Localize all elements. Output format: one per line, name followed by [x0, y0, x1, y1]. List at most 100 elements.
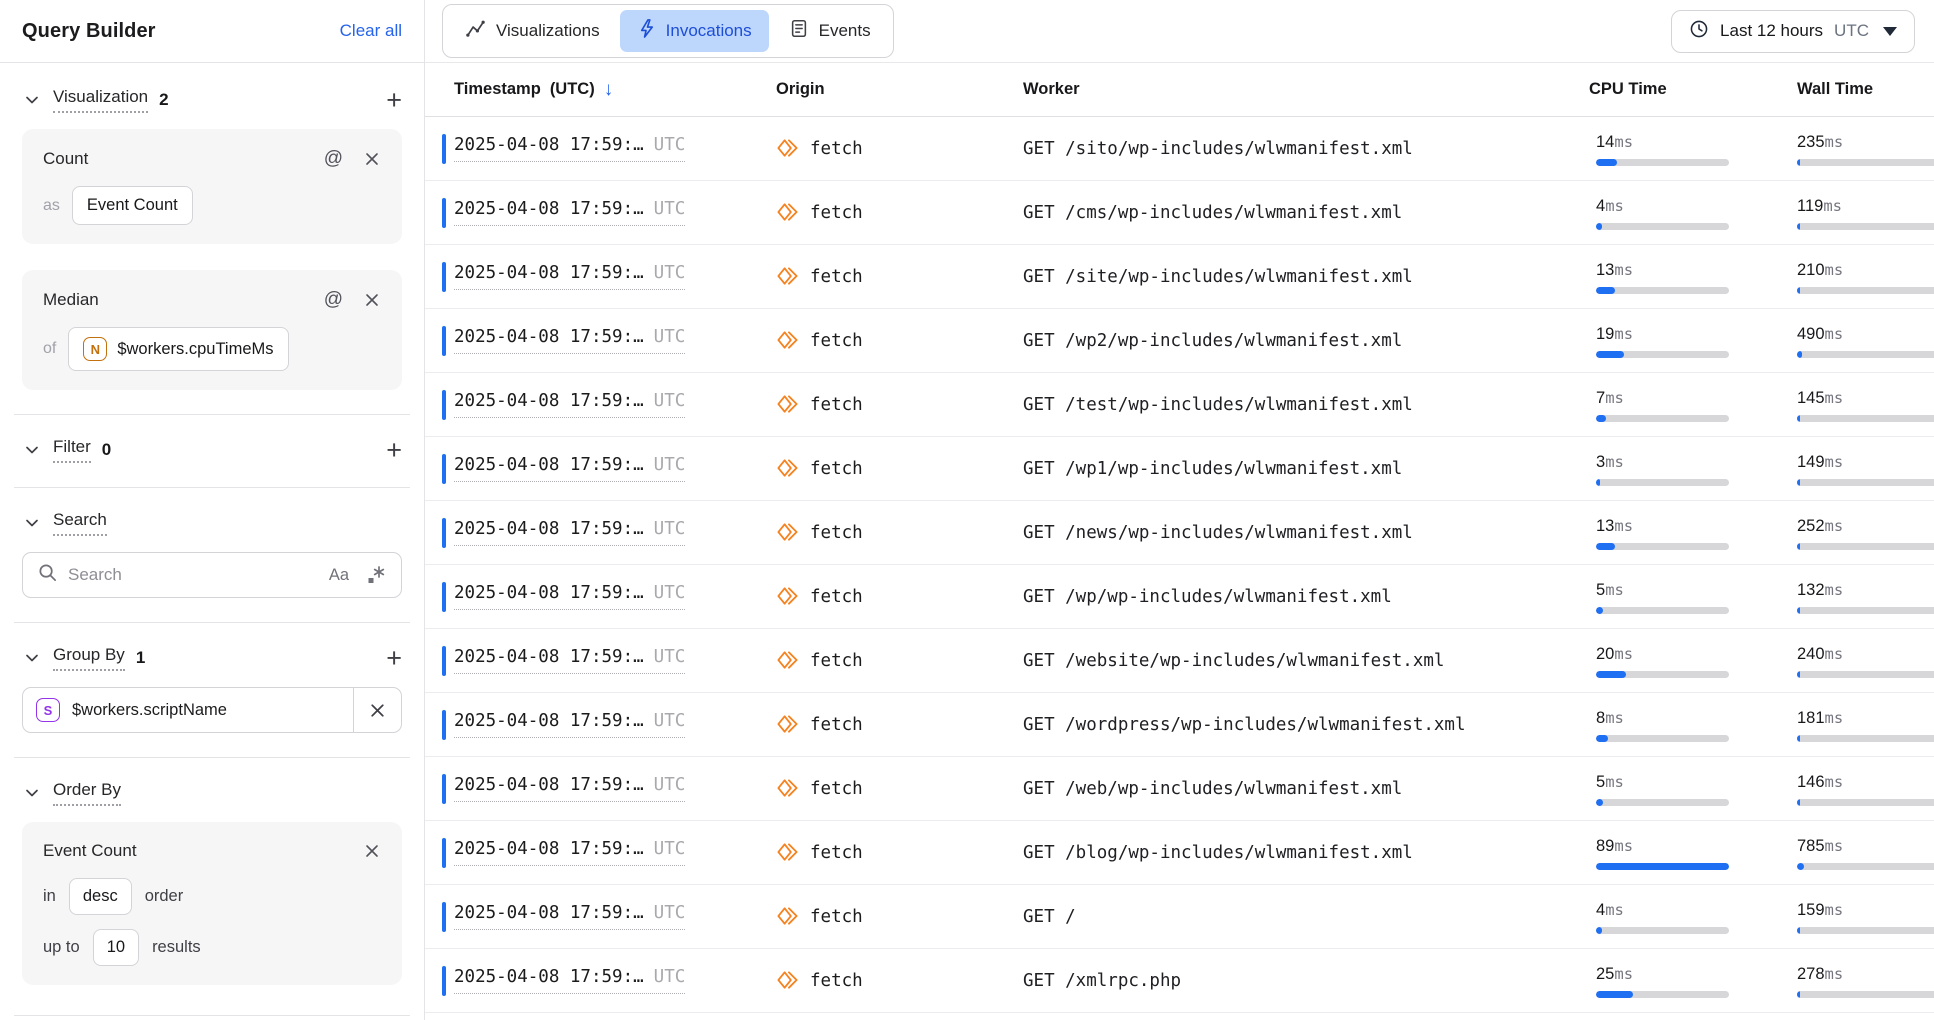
wall-bar — [1797, 159, 1934, 166]
median-field-chip[interactable]: N $workers.cpuTimeMs — [68, 327, 288, 371]
add-visualization-button[interactable]: + — [386, 90, 402, 110]
cpu-bar-fill — [1596, 927, 1602, 934]
wall-cell: 149ms — [1797, 452, 1934, 486]
cpu-bar-fill — [1596, 415, 1606, 422]
tab-invocations[interactable]: Invocations — [620, 10, 769, 52]
wall-bar-fill — [1797, 799, 1800, 806]
close-icon[interactable] — [363, 291, 381, 309]
origin-value: fetch — [810, 651, 863, 671]
table-row[interactable]: 2025-04-08 17:59:…UTCfetchGET /website/w… — [425, 629, 1934, 693]
origin-value: fetch — [810, 267, 863, 287]
origin-cell: fetch — [776, 521, 1023, 544]
timestamp-timezone: UTC — [654, 647, 686, 667]
wall-bar — [1797, 351, 1934, 358]
table-row[interactable]: 2025-04-08 17:59:…UTCfetchGET /wp2/wp-in… — [425, 309, 1934, 373]
cpu-unit: ms — [1614, 325, 1633, 343]
cpu-value: 4 — [1596, 197, 1605, 215]
at-mention-icon[interactable]: @ — [324, 148, 343, 170]
cpu-bar-fill — [1596, 735, 1608, 742]
wall-bar-fill — [1797, 863, 1804, 870]
line-chart-icon — [465, 18, 486, 44]
cpu-cell: 8ms — [1589, 708, 1797, 742]
chevron-down-icon[interactable] — [22, 90, 42, 110]
result-limit-input[interactable]: 10 — [93, 929, 139, 966]
fetch-origin-icon — [776, 265, 799, 288]
table-row[interactable]: 2025-04-08 17:59:…UTCfetchGET /cms/wp-in… — [425, 181, 1934, 245]
visualization-label[interactable]: Visualization — [53, 87, 148, 113]
timestamp-value: 2025-04-08 17:59:… — [454, 711, 644, 731]
timestamp-value: 2025-04-08 17:59:… — [454, 903, 644, 923]
groupby-label[interactable]: Group By — [53, 645, 125, 671]
chevron-down-icon[interactable] — [22, 783, 42, 803]
timestamp-timezone: UTC — [654, 839, 686, 859]
wall-bar-fill — [1797, 927, 1800, 934]
timestamp-cell: 2025-04-08 17:59:…UTC — [442, 134, 776, 164]
table-row[interactable]: 2025-04-08 17:59:…UTCfetchGET /news/wp-i… — [425, 501, 1934, 565]
wall-cell: 132ms — [1797, 580, 1934, 614]
search-input[interactable] — [68, 565, 319, 585]
lightning-icon — [637, 18, 656, 44]
cpu-bar — [1596, 479, 1729, 486]
table-row[interactable]: 2025-04-08 17:59:…UTCfetchGET /4ms159ms — [425, 885, 1934, 949]
wall-bar — [1797, 735, 1934, 742]
order-label: order — [145, 887, 184, 906]
chevron-down-icon[interactable] — [22, 440, 42, 460]
fetch-origin-icon — [776, 393, 799, 416]
at-mention-icon[interactable]: @ — [324, 289, 343, 311]
wall-unit: ms — [1825, 133, 1844, 151]
wall-value: 235 — [1797, 133, 1825, 151]
wall-unit: ms — [1825, 901, 1844, 919]
table-row[interactable]: 2025-04-08 17:59:…UTCfetchGET /sito/wp-i… — [425, 117, 1934, 181]
timestamp-value: 2025-04-08 17:59:… — [454, 199, 644, 219]
median-card-title: Median — [43, 290, 324, 310]
orderby-label[interactable]: Order By — [53, 780, 121, 806]
chevron-down-icon[interactable] — [22, 513, 42, 533]
sort-direction-select[interactable]: desc — [69, 878, 132, 915]
cpu-unit: ms — [1614, 965, 1633, 983]
cpu-time-header: CPU Time — [1589, 80, 1797, 99]
table-row[interactable]: 2025-04-08 17:59:…UTCfetchGET /blog/wp-i… — [425, 821, 1934, 885]
worker-cell: GET /blog/wp-includes/wlwmanifest.xml — [1023, 843, 1589, 863]
cpu-bar-fill — [1596, 799, 1603, 806]
search-label[interactable]: Search — [53, 510, 107, 536]
table-row[interactable]: 2025-04-08 17:59:…UTCfetchGET /xmlrpc.ph… — [425, 949, 1934, 1013]
cpu-bar — [1596, 159, 1729, 166]
visualization-section-header: Visualization 2 + — [14, 63, 410, 113]
tab-label: Events — [819, 21, 871, 41]
row-accent-bar — [442, 966, 446, 996]
table-row[interactable]: 2025-04-08 17:59:…UTCfetchGET /test/wp-i… — [425, 373, 1934, 437]
wall-cell: 146ms — [1797, 772, 1934, 806]
filter-label[interactable]: Filter — [53, 437, 91, 463]
close-icon[interactable] — [363, 150, 381, 168]
wall-cell: 785ms — [1797, 836, 1934, 870]
add-filter-button[interactable]: + — [386, 440, 402, 460]
groupby-field-chip[interactable]: S $workers.scriptName — [22, 687, 402, 733]
cpu-value: 4 — [1596, 901, 1605, 919]
close-icon[interactable] — [363, 842, 381, 860]
regex-toggle-icon[interactable] — [365, 564, 387, 586]
table-row[interactable]: 2025-04-08 17:59:…UTCfetchGET /wp/wp-inc… — [425, 565, 1934, 629]
clear-all-button[interactable]: Clear all — [340, 21, 402, 41]
origin-value: fetch — [810, 139, 863, 159]
time-range-dropdown[interactable]: Last 12 hours UTC — [1671, 10, 1915, 53]
tab-visualizations[interactable]: Visualizations — [448, 10, 617, 52]
timestamp-timezone: UTC — [654, 711, 686, 731]
table-row[interactable]: 2025-04-08 17:59:…UTCfetchGET /site/wp-i… — [425, 245, 1934, 309]
table-row[interactable]: 2025-04-08 17:59:…UTCfetchGET /wp1/wp-in… — [425, 437, 1934, 501]
match-case-toggle[interactable]: Aa — [329, 566, 349, 585]
sidebar-header: Query Builder Clear all — [0, 0, 424, 63]
timestamp-sort-header[interactable]: Timestamp (UTC) ↓ — [442, 79, 776, 101]
tab-events[interactable]: Events — [772, 10, 888, 52]
wall-value: 145 — [1797, 389, 1825, 407]
wall-value: 240 — [1797, 645, 1825, 663]
add-groupby-button[interactable]: + — [386, 648, 402, 668]
event-count-chip[interactable]: Event Count — [72, 186, 193, 225]
table-row[interactable]: 2025-04-08 17:59:…UTCfetchGET /wordpress… — [425, 693, 1934, 757]
cpu-bar-fill — [1596, 479, 1600, 486]
remove-groupby-button[interactable] — [353, 688, 401, 732]
timestamp-timezone: UTC — [654, 391, 686, 411]
chevron-down-icon[interactable] — [22, 648, 42, 668]
table-row[interactable]: 2025-04-08 17:59:…UTCfetchGET /web/wp-in… — [425, 757, 1934, 821]
row-accent-bar — [442, 262, 446, 292]
cpu-cell: 5ms — [1589, 580, 1797, 614]
